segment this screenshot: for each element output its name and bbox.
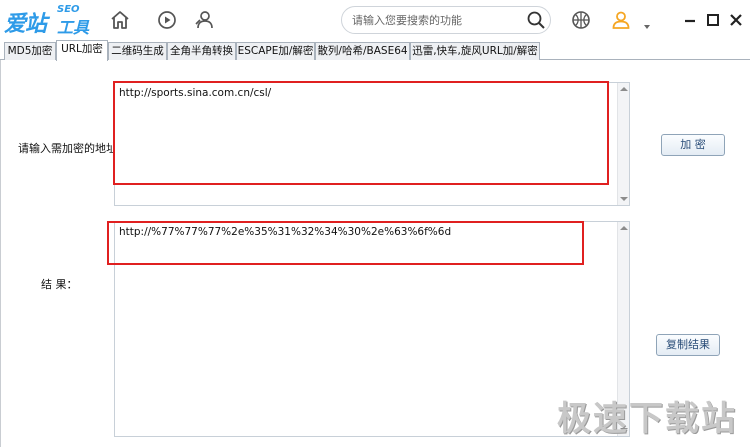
tab-md5[interactable]: MD5加密 bbox=[4, 42, 56, 60]
chevron-down-icon[interactable] bbox=[643, 16, 651, 29]
search-input[interactable] bbox=[352, 11, 517, 29]
close-icon[interactable] bbox=[726, 10, 746, 30]
url-input-value: http://sports.sina.com.cn/csl/ bbox=[119, 87, 272, 99]
tab-qrcode[interactable]: 二维码生成 bbox=[108, 42, 167, 60]
basketball-icon[interactable] bbox=[570, 9, 592, 31]
url-input[interactable]: http://sports.sina.com.cn/csl/ bbox=[114, 82, 630, 206]
tab-thunder-url[interactable]: 迅雷,快车,旋风URL加/解密 bbox=[410, 42, 540, 60]
scroll-up-icon[interactable] bbox=[620, 226, 628, 230]
result-output-value: http://%77%77%77%2e%35%31%32%34%30%2e%63… bbox=[119, 226, 452, 238]
title-bar: 爱站 SEO 工具包 bbox=[0, 0, 750, 61]
maximize-icon[interactable] bbox=[703, 10, 723, 30]
search-icon[interactable] bbox=[526, 10, 546, 30]
watermark: 极速下载站 bbox=[553, 389, 743, 439]
tab-hash-base64[interactable]: 散列/哈希/BASE64 bbox=[315, 42, 410, 60]
watermark-text: 极速下载站 bbox=[557, 399, 737, 439]
tab-fullwidth[interactable]: 全角半角转换 bbox=[167, 42, 236, 60]
tab-escape[interactable]: ESCAPE加/解密 bbox=[236, 42, 315, 60]
url-input-scrollbar[interactable] bbox=[617, 83, 629, 205]
copy-result-button[interactable]: 复制结果 bbox=[656, 334, 720, 356]
user-avatar-icon[interactable] bbox=[610, 9, 632, 31]
play-icon[interactable] bbox=[155, 8, 179, 32]
encrypt-button[interactable]: 加 密 bbox=[661, 134, 725, 156]
search-box[interactable] bbox=[341, 6, 551, 34]
scroll-up-icon[interactable] bbox=[620, 87, 628, 91]
minimize-icon[interactable] bbox=[680, 10, 700, 30]
tab-url-encrypt[interactable]: URL加密 bbox=[56, 40, 108, 61]
result-label: 结 果： bbox=[41, 278, 78, 291]
input-label: 请输入需加密的地址： bbox=[18, 142, 128, 155]
tab-bar: MD5加密 URL加密 二维码生成 全角半角转换 ESCAPE加/解密 散列/哈… bbox=[0, 40, 750, 61]
users-icon[interactable] bbox=[192, 8, 216, 32]
home-icon[interactable] bbox=[108, 8, 132, 32]
scroll-down-icon[interactable] bbox=[620, 197, 628, 201]
logo-text: 爱站 bbox=[4, 12, 47, 37]
app-logo: 爱站 SEO 工具包 bbox=[4, 4, 102, 61]
